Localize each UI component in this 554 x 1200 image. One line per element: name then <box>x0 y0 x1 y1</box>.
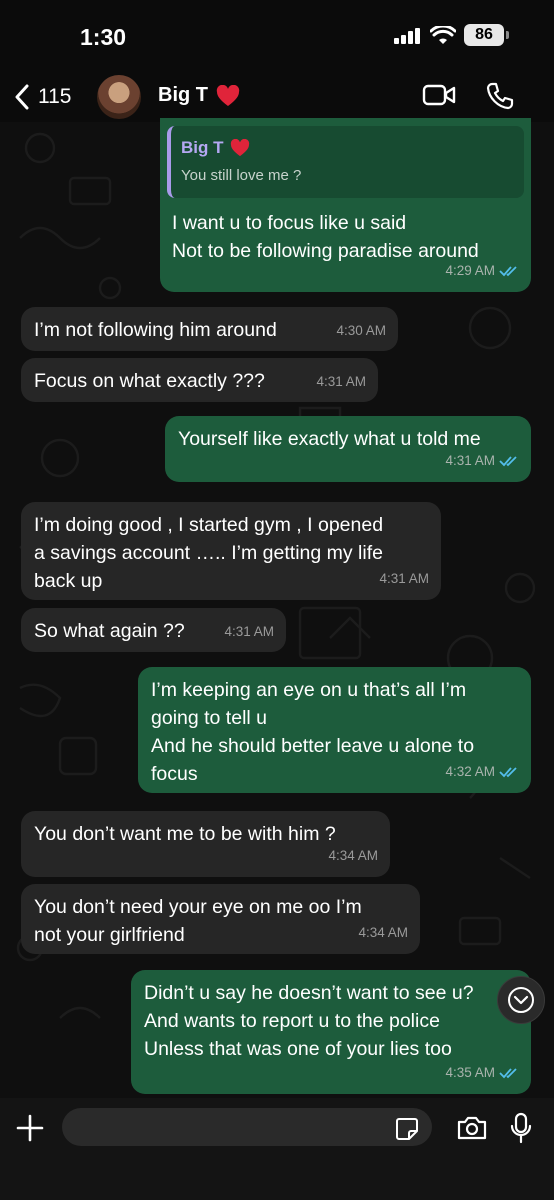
read-receipt-icon <box>499 456 517 467</box>
message-time: 4:32 AM <box>445 764 495 779</box>
status-time: 1:30 <box>80 24 127 50</box>
message-bubble-outgoing[interactable]: Yourself like exactly what u told me 4:3… <box>165 416 531 482</box>
heart-emoji-icon <box>216 84 240 106</box>
message-time: 4:34 AM <box>358 925 408 940</box>
contact-name: Big T <box>158 84 208 106</box>
video-call-icon[interactable] <box>422 83 456 107</box>
quoted-reply[interactable]: Big T You still love me ? <box>167 126 524 198</box>
camera-icon[interactable] <box>456 1115 488 1141</box>
message-time: 4:29 AM <box>445 263 495 278</box>
read-receipt-icon <box>499 266 517 277</box>
phone-icon[interactable] <box>486 82 514 110</box>
message-meta: 4:29 AM <box>445 257 519 285</box>
message-meta: 4:35 AM <box>445 1059 519 1087</box>
sticker-icon[interactable] <box>395 1117 419 1141</box>
message-time: 4:31 AM <box>224 624 274 639</box>
status-bar: 1:30 86 <box>0 0 554 70</box>
wifi-icon <box>430 26 456 44</box>
battery-cap <box>506 31 509 39</box>
message-bubble-incoming[interactable]: I’m not following him around 4:30 AM <box>21 307 398 351</box>
message-text: Didn’t u say he doesn’t want to see u? A… <box>144 982 474 1060</box>
microphone-icon[interactable] <box>510 1112 532 1144</box>
quoted-text: You still love me ? <box>181 167 302 184</box>
message-input[interactable] <box>62 1108 432 1146</box>
message-time: 4:31 AM <box>316 374 366 389</box>
read-receipt-icon <box>499 767 517 778</box>
scroll-down-button[interactable] <box>497 976 545 1024</box>
message-meta: 4:32 AM <box>445 758 519 786</box>
unread-count: 115 <box>38 85 72 108</box>
quoted-sender: Big T <box>181 134 250 162</box>
composer-bar <box>0 1098 554 1200</box>
avatar[interactable] <box>97 75 141 119</box>
message-time: 4:30 AM <box>336 323 386 338</box>
read-receipt-icon <box>499 1068 517 1079</box>
plus-icon[interactable] <box>16 1114 44 1142</box>
message-bubble-incoming[interactable]: So what again ?? 4:31 AM <box>21 608 286 652</box>
heart-emoji-icon <box>230 139 249 157</box>
message-bubble-incoming[interactable]: You don’t need your eye on me oo I’m not… <box>21 884 420 954</box>
message-text: I want u to focus like u said Not to be … <box>172 212 479 262</box>
message-meta: 4:31 AM <box>445 447 519 475</box>
message-text: I’m doing good , I started gym , I opene… <box>34 514 384 592</box>
scroll-down-icon <box>508 987 534 1013</box>
cellular-signal-icon <box>394 28 420 44</box>
chat-header: 115 Big T <box>0 70 554 122</box>
message-bubble-outgoing[interactable]: Didn’t u say he doesn’t want to see u? A… <box>131 970 531 1094</box>
back-chevron-icon <box>15 84 29 110</box>
back-button[interactable]: 115 <box>14 80 84 114</box>
message-time: 4:31 AM <box>379 571 429 586</box>
message-bubble-incoming[interactable]: I’m doing good , I started gym , I opene… <box>21 502 441 600</box>
message-time: 4:31 AM <box>445 453 495 468</box>
message-bubble-incoming[interactable]: You don’t want me to be with him ? 4:34 … <box>21 811 390 877</box>
message-bubble-outgoing[interactable]: I’m keeping an eye on u that’s all I’m g… <box>138 667 531 793</box>
message-bubble-incoming[interactable]: Focus on what exactly ??? 4:31 AM <box>21 358 378 402</box>
message-time: 4:35 AM <box>445 1065 495 1080</box>
message-bubble-outgoing[interactable]: Big T You still love me ? I want u to fo… <box>160 118 531 292</box>
contact-info[interactable]: Big T <box>158 84 240 107</box>
battery-indicator: 86 <box>464 24 504 46</box>
message-time: 4:34 AM <box>328 848 378 863</box>
quoted-sender-name: Big T <box>181 138 224 157</box>
